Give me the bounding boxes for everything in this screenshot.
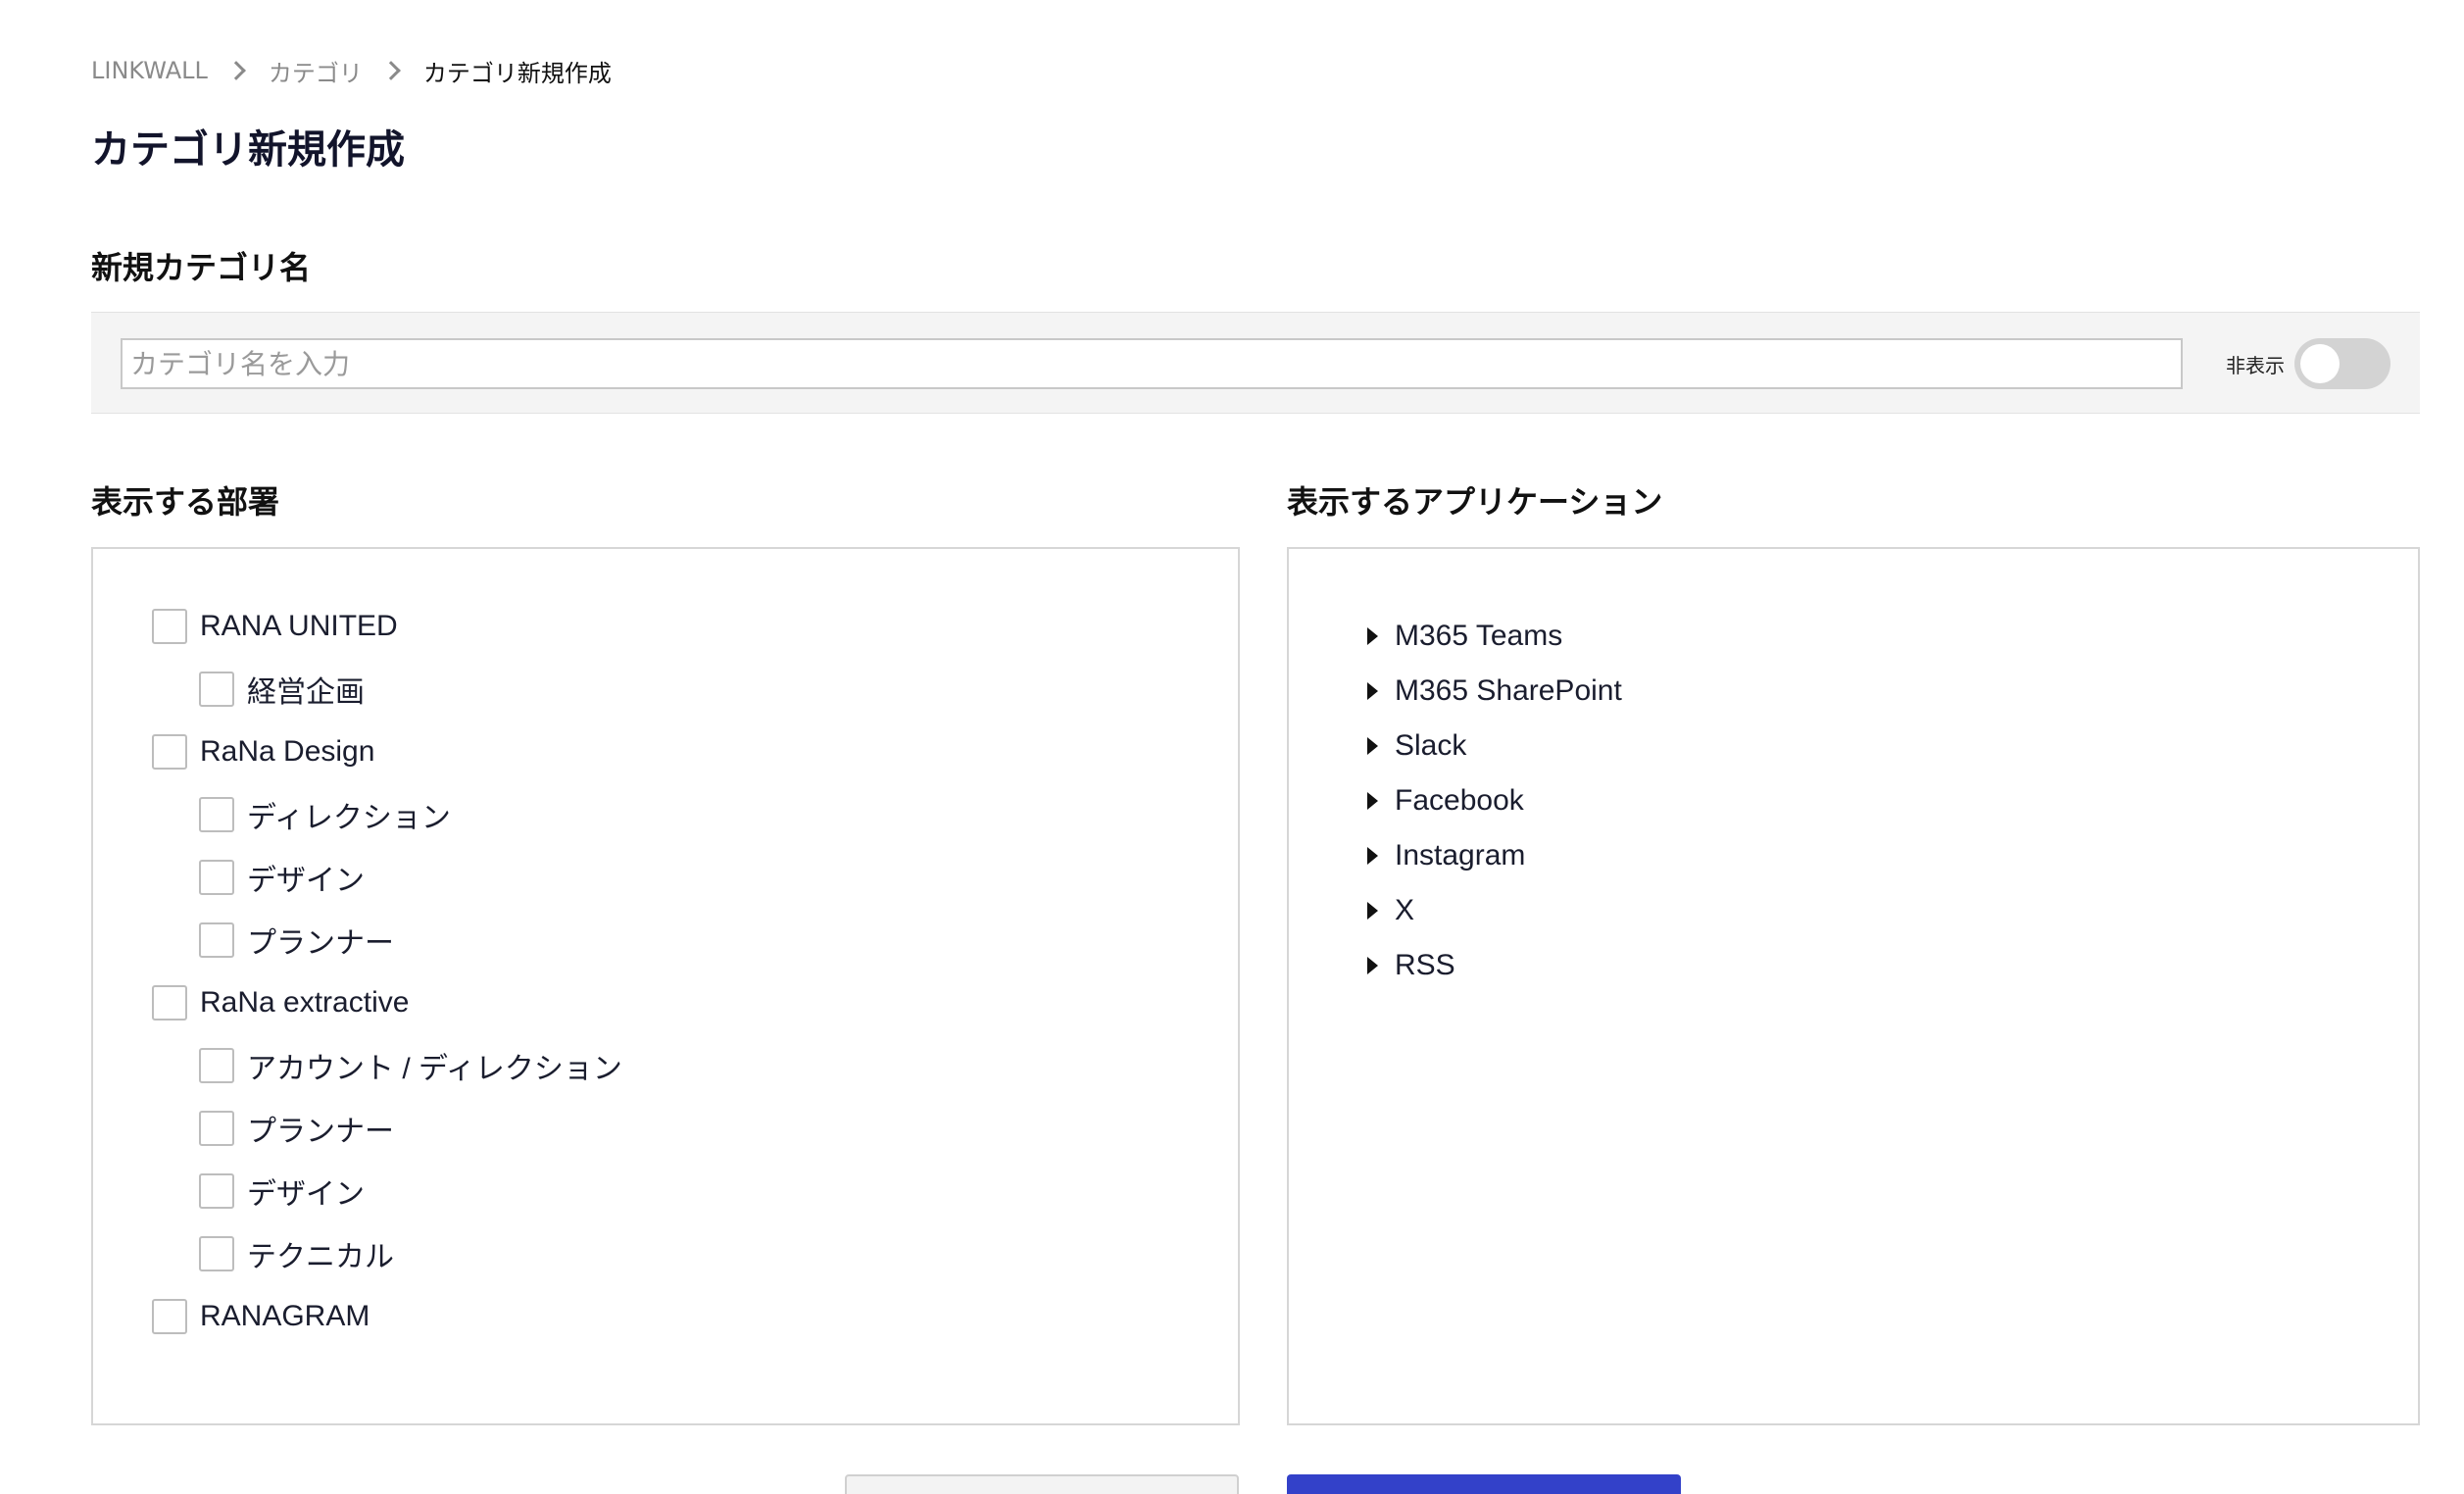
department-item-design: デザイン <box>199 859 365 897</box>
caret-right-icon <box>1367 737 1378 755</box>
category-name-label: 新規カテゴリ名 <box>91 249 312 286</box>
department-item-technical: テクニカル <box>199 1235 394 1273</box>
department-label: 経営企画 <box>247 676 365 709</box>
department-checkbox[interactable] <box>152 985 187 1021</box>
application-item-rss[interactable]: RSS <box>1367 947 1455 984</box>
department-checkbox[interactable] <box>199 797 234 832</box>
department-checkbox[interactable] <box>152 1299 187 1334</box>
caret-right-icon <box>1367 957 1378 974</box>
chevron-right-icon <box>380 61 401 80</box>
department-label: RANA UNITED <box>200 610 398 642</box>
application-item-slack[interactable]: Slack <box>1367 727 1466 765</box>
breadcrumb-parent-link[interactable]: カテゴリ <box>269 54 363 88</box>
department-item-planner-2: プランナー <box>199 1110 394 1148</box>
department-label: プランナー <box>247 1116 394 1148</box>
department-item-direction: ディレクション <box>199 796 451 834</box>
department-label: テクニカル <box>247 1241 394 1273</box>
application-label: X <box>1395 894 1415 926</box>
caret-right-icon <box>1367 627 1378 645</box>
toggle-knob <box>2300 344 2340 383</box>
breadcrumb-current: カテゴリ新規作成 <box>422 59 612 87</box>
applications-label: 表示するアプリケーション <box>1287 483 1663 521</box>
department-item-rana-design: RaNa Design <box>152 733 374 771</box>
department-label: デザイン <box>247 1178 365 1211</box>
department-checkbox[interactable] <box>152 734 187 770</box>
caret-right-icon <box>1367 847 1378 865</box>
department-label: ディレクション <box>247 802 451 834</box>
hidden-toggle-label: 非表示 <box>2226 354 2285 377</box>
application-item-facebook[interactable]: Facebook <box>1367 782 1524 820</box>
department-item-keiei-kikaku: 経営企画 <box>199 671 365 709</box>
department-label: RaNa extractive <box>200 986 410 1019</box>
category-create-page: LINKWALL カテゴリ カテゴリ新規作成 カテゴリ新規作成 新規カテゴリ名 … <box>0 0 2464 1494</box>
category-name-input[interactable] <box>121 338 2183 389</box>
department-item-design-2: デザイン <box>199 1172 365 1211</box>
application-label: M365 Teams <box>1395 620 1563 652</box>
hidden-toggle[interactable] <box>2294 338 2390 389</box>
application-item-m365-teams[interactable]: M365 Teams <box>1367 618 1562 655</box>
department-checkbox[interactable] <box>199 1173 234 1209</box>
chevron-right-icon <box>225 61 246 80</box>
breadcrumb: LINKWALL カテゴリ カテゴリ新規作成 <box>91 54 612 88</box>
department-checkbox[interactable] <box>199 1048 234 1083</box>
application-label: Instagram <box>1395 839 1526 872</box>
category-name-panel: 非表示 <box>91 312 2420 414</box>
department-label: アカウント / ディレクション <box>247 1053 622 1085</box>
department-label: RANAGRAM <box>200 1300 370 1332</box>
application-label: RSS <box>1395 949 1455 981</box>
departments-label: 表示する部署 <box>91 483 280 521</box>
caret-right-icon <box>1367 792 1378 810</box>
department-item-account-direction: アカウント / ディレクション <box>199 1047 622 1085</box>
application-label: Slack <box>1395 729 1467 762</box>
department-label: RaNa Design <box>200 735 375 768</box>
caret-right-icon <box>1367 682 1378 700</box>
breadcrumb-root-link[interactable]: LINKWALL <box>91 57 208 84</box>
application-item-instagram[interactable]: Instagram <box>1367 837 1525 874</box>
department-label: デザイン <box>247 865 365 897</box>
department-list: RANA UNITED 経営企画 RaNa Design ディレクション デザイ… <box>91 547 1240 1425</box>
page-title: カテゴリ新規作成 <box>91 127 405 173</box>
department-checkbox[interactable] <box>199 672 234 707</box>
department-item-rana-extractive: RaNa extractive <box>152 984 409 1021</box>
application-item-x[interactable]: X <box>1367 892 1414 929</box>
department-item-planner: プランナー <box>199 921 394 960</box>
application-label: Facebook <box>1395 784 1524 817</box>
department-item-rana-united: RANA UNITED <box>152 608 398 645</box>
department-checkbox[interactable] <box>152 609 187 644</box>
department-item-ranagram: RANAGRAM <box>152 1298 370 1335</box>
application-item-m365-sharepoint[interactable]: M365 SharePoint <box>1367 672 1622 710</box>
department-checkbox[interactable] <box>199 922 234 958</box>
application-list: M365 Teams M365 SharePoint Slack Faceboo… <box>1287 547 2420 1425</box>
department-checkbox[interactable] <box>199 1111 234 1146</box>
application-label: M365 SharePoint <box>1395 674 1622 707</box>
caret-right-icon <box>1367 902 1378 920</box>
submit-button[interactable] <box>1287 1474 1681 1494</box>
department-checkbox[interactable] <box>199 860 234 895</box>
cancel-button[interactable] <box>845 1474 1239 1494</box>
department-label: プランナー <box>247 927 394 960</box>
department-checkbox[interactable] <box>199 1236 234 1271</box>
